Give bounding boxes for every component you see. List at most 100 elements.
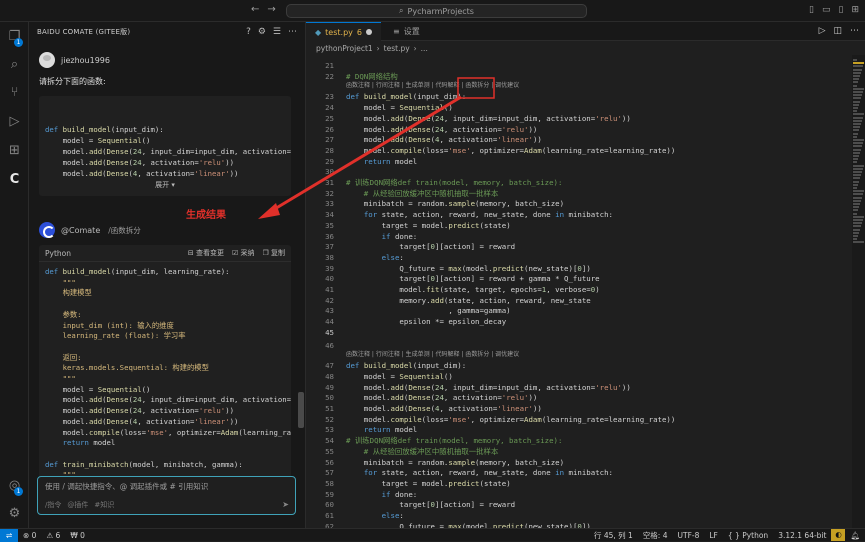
activity-bar: ❐ 1 ⌕ ⑂ ▷ ⊞ C ◎ 1 ⚙	[0, 22, 29, 528]
code-line[interactable]: 44 epsilon *= epsilon_decay	[306, 316, 852, 327]
code-line[interactable]: 24 model = Sequential()	[306, 102, 852, 113]
code-line[interactable]: 50 model.add(Dense(24, activation='relu'…	[306, 392, 852, 403]
unsaved-dot-icon[interactable]	[365, 29, 372, 35]
encoding[interactable]: UTF-8	[673, 531, 705, 540]
panel-scrollbar[interactable]	[298, 392, 304, 428]
cursor-position[interactable]: 行 45, 列 1	[589, 530, 638, 541]
code-line[interactable]: 54 # 训练DQN网络def train(model, memory, batc…	[306, 435, 852, 446]
code-line[interactable]: 52 model.compile(loss='mse', optimizer=A…	[306, 414, 852, 425]
code-line[interactable]: 49 model.add(Dense(24, input_dim=input_d…	[306, 382, 852, 393]
expand-button[interactable]: 展开 ▾	[39, 180, 291, 191]
code-line[interactable]: 21	[306, 60, 852, 71]
accept-button[interactable]: ☑ 采纳	[232, 248, 255, 258]
settings-gear-icon[interactable]: ⚙	[6, 505, 23, 522]
error-count[interactable]: ⊗ 0	[18, 531, 41, 540]
breadcrumb-symbol[interactable]: ...	[421, 44, 428, 53]
python-interpreter[interactable]: 3.12.1 64-bit	[773, 531, 831, 540]
chat-input[interactable]: 使用 / 调起快捷指令、@ 调起插件或 # 引用知识 /指令 @插件 #知识 ➤	[37, 476, 296, 515]
breadcrumb-project[interactable]: pythonProject1	[316, 44, 373, 53]
code-line[interactable]: 25 model.add(Dense(24, input_dim=input_d…	[306, 113, 852, 124]
hint-knowledge[interactable]: #知识	[94, 500, 114, 510]
code-line[interactable]: 57 for state, action, reward, new_state,…	[306, 467, 852, 478]
breadcrumb-file[interactable]: test.py	[384, 44, 410, 53]
remote-icon[interactable]: ⇌	[0, 528, 18, 542]
code-line[interactable]: 43 , gamma=gamma)	[306, 305, 852, 316]
more-actions-icon[interactable]: ⋯	[850, 26, 859, 36]
code-line[interactable]: 61 else:	[306, 510, 852, 521]
code-line[interactable]: 62 Q_future = max(model.predict(new_stat…	[306, 521, 852, 528]
line-number: 57	[325, 468, 334, 478]
tab-settings[interactable]: ≡ 设置	[384, 22, 429, 41]
send-icon[interactable]: ➤	[282, 500, 289, 509]
comate-icon[interactable]: C	[6, 171, 23, 188]
code-line[interactable]: 47 def build_model(input_dim):	[306, 360, 852, 371]
back-icon[interactable]: ←	[251, 4, 267, 15]
hint-commands[interactable]: /指令	[45, 500, 61, 510]
extensions-icon[interactable]: ⊞	[6, 142, 23, 159]
code-line[interactable]: 36 if done:	[306, 231, 852, 242]
editor-actions: ▷ ◫ ⋯	[819, 26, 859, 36]
code-line[interactable]: 27 model.add(Dense(4, activation='linear…	[306, 134, 852, 145]
warning-count[interactable]: ⚠ 6	[41, 531, 65, 540]
code-line[interactable]: 29 return model	[306, 156, 852, 167]
minimap-line	[853, 129, 859, 132]
minimap-line	[853, 87, 864, 90]
code-lens-actions[interactable]: 函数注释 | 行间注释 | 生成单测 | 代码解释 | 函数拆分 | 调优建议	[346, 350, 519, 359]
code-line[interactable]: 46	[306, 340, 852, 351]
code-line[interactable]: 56 minibatch = random.sample(memory, bat…	[306, 457, 852, 468]
end-of-line[interactable]: LF	[704, 531, 723, 540]
code-line[interactable]: 55 # 从经验回放缓冲区中随机抽取一批样本	[306, 446, 852, 457]
search-icon[interactable]: ⌕	[6, 56, 23, 73]
copy-button[interactable]: ❐ 复制	[262, 248, 285, 258]
run-icon[interactable]: ▷	[819, 26, 826, 36]
forward-icon[interactable]: →	[267, 4, 283, 15]
split-editor-icon[interactable]: ◫	[833, 26, 842, 36]
code-line[interactable]: 40 target[0][action] = reward + gamma * …	[306, 273, 852, 284]
code-line[interactable]: 45	[306, 327, 852, 338]
code-line[interactable]: 33 minibatch = random.sample(memory, bat…	[306, 198, 852, 209]
notifications-icon[interactable]: 🔔︎	[845, 531, 865, 540]
code-editor[interactable]: 21 22 # DQN网络结构 函数注释 | 行间注释 | 生成单测 | 代码解释 |…	[306, 55, 852, 528]
code-line[interactable]: 48 model = Sequential()	[306, 371, 852, 382]
code-line[interactable]: 42 memory.add(state, action, reward, new…	[306, 295, 852, 306]
code-line[interactable]: 23 def build_model(input_dim):	[306, 91, 852, 102]
toggle-sidebar-icon[interactable]: ▯	[809, 5, 814, 15]
code-line[interactable]: 32 # 从经验回放缓冲区中随机抽取一批样本	[306, 188, 852, 199]
view-changes-button[interactable]: ⊟ 查看变更	[188, 248, 224, 258]
code-line[interactable]: 22 # DQN网络结构	[306, 71, 852, 82]
code-line[interactable]: 31 # 训练DQN网络def train(model, memory, batc…	[306, 177, 852, 188]
toggle-secondary-sidebar-icon[interactable]: ▯	[839, 5, 844, 15]
code-line[interactable]: 26 model.add(Dense(24, activation='relu'…	[306, 124, 852, 135]
code-lens-actions[interactable]: 函数注释 | 行间注释 | 生成单测 | 代码解释 | 函数拆分 | 调优建议	[346, 81, 519, 90]
code-line[interactable]: 41 model.fit(state, target, epochs=1, ve…	[306, 284, 852, 295]
command-search[interactable]: ⌕ PycharmProjects	[286, 4, 587, 18]
more-icon[interactable]: ⋯	[288, 27, 297, 37]
comate-status-icon[interactable]: ◐	[831, 529, 846, 541]
code-line[interactable]: 58 target = model.predict(state)	[306, 478, 852, 489]
code-line[interactable]: 34 for state, action, reward, new_state,…	[306, 209, 852, 220]
ports-count[interactable]: ₩ 0	[65, 531, 90, 540]
code-line[interactable]: 53 return model	[306, 424, 852, 435]
code-line[interactable]: 39 Q_future = max(model.predict(new_stat…	[306, 263, 852, 274]
code-line[interactable]: 59 if done:	[306, 489, 852, 500]
settings-icon[interactable]: ⚙	[258, 27, 266, 37]
tab-test-py[interactable]: ◆ test.py 6	[306, 22, 381, 41]
code-line[interactable]: 37 target[0][action] = reward	[306, 241, 852, 252]
code-line[interactable]: 28 model.compile(loss='mse', optimizer=A…	[306, 145, 852, 156]
toggle-panel-icon[interactable]: ▭	[822, 5, 831, 15]
hint-plugins[interactable]: @插件	[67, 500, 88, 510]
run-debug-icon[interactable]: ▷	[6, 113, 23, 130]
source-control-icon[interactable]: ⑂	[6, 84, 23, 101]
indentation[interactable]: 空格: 4	[638, 530, 673, 541]
code-line[interactable]: 38 else:	[306, 252, 852, 263]
code-line[interactable]: 60 target[0][action] = reward	[306, 499, 852, 510]
code-line[interactable]: 35 target = model.predict(state)	[306, 220, 852, 231]
help-icon[interactable]: ?	[246, 27, 251, 37]
language-mode[interactable]: { } Python	[723, 531, 773, 540]
code-line[interactable]: 30	[306, 166, 852, 177]
code-line[interactable]: 51 model.add(Dense(4, activation='linear…	[306, 403, 852, 414]
customize-layout-icon[interactable]: ⊞	[851, 5, 859, 15]
minimap[interactable]	[852, 55, 865, 528]
minimap-line	[853, 164, 864, 167]
list-icon[interactable]: ☰	[273, 27, 281, 37]
